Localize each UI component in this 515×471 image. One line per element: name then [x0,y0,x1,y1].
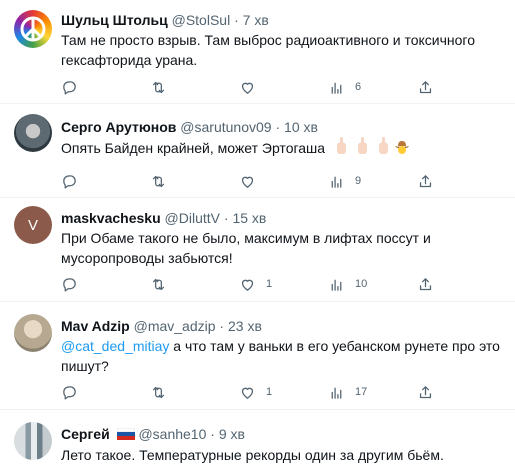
hand-emoji [357,137,367,154]
heart-icon [241,387,254,399]
views-button[interactable]: 9 [328,171,361,191]
avatar-letter: V [27,216,38,234]
display-name[interactable]: Сергей [61,426,110,442]
heart-icon [241,176,254,188]
peace-icon [20,16,46,42]
share-icon [419,277,432,290]
retweet-icon [152,175,165,187]
share-button[interactable] [417,171,434,191]
views-button[interactable]: 10 [328,274,367,294]
reply-button[interactable] [61,382,78,402]
separator: · [210,426,215,442]
reply-icon [63,277,76,292]
retweet-button[interactable] [150,171,167,191]
share-icon [419,80,432,93]
tweet-text-container: @cat_ded_mitiay а что там у ваньки в его… [61,336,501,376]
avatar[interactable] [14,10,52,48]
russia-flag-icon [116,428,135,440]
views-icon [331,279,342,291]
share-button[interactable] [417,382,434,402]
tweet-header: Mav Adzip @mav_adzip · 23 хв [61,317,262,335]
tweet-header: Серго Арутюнов @sarutunov09 · 10 хв [61,118,318,136]
reply-button[interactable] [61,171,78,191]
tweet[interactable]: V maskvachesku @DiluttV · 15 хв При Обам… [0,198,515,302]
reply-button[interactable] [61,274,78,294]
user-handle[interactable]: @DiluttV [165,210,220,226]
separator: · [234,12,239,28]
user-handle[interactable]: @mav_adzip [134,318,216,334]
tweet-actions: 1 10 [61,274,481,294]
like-button[interactable] [239,171,256,191]
views-button[interactable]: 6 [328,77,361,97]
timestamp[interactable]: 15 хв [232,210,266,226]
tweet[interactable]: Серго Арутюнов @sarutunov09 · 10 хв Опят… [0,104,515,198]
avatar[interactable] [14,422,52,460]
avatar[interactable]: V [14,206,52,244]
reply-icon [63,174,76,189]
timestamp[interactable]: 23 хв [228,318,262,334]
retweet-button[interactable] [150,382,167,402]
tweet-actions: 6 [61,77,481,97]
reply-icon [63,80,76,95]
tweet-text: Опять Байден крайней, может Эртогаша [61,140,326,156]
separator: · [275,119,281,135]
display-name[interactable]: maskvachesku [61,210,161,226]
timestamp[interactable]: 9 хв [219,426,245,442]
retweet-icon [152,386,165,398]
tweet[interactable]: Mav Adzip @mav_adzip · 23 хв @cat_ded_mi… [0,302,515,410]
tweet-header: maskvachesku @DiluttV · 15 хв [61,209,266,227]
separator: · [223,210,229,226]
tweet-text: Там не просто взрыв. Там выброс радиоакт… [61,32,476,68]
views-count: 17 [355,386,368,398]
share-button[interactable] [417,77,434,97]
views-count: 10 [355,278,368,290]
user-handle[interactable]: @StolSul [172,12,231,28]
tweet-header: Шульц Штольц @StolSul · 7 хв [61,11,269,29]
timestamp[interactable]: 7 хв [243,12,269,28]
views-icon [331,176,342,188]
like-button[interactable] [239,77,256,97]
share-icon [419,174,432,187]
tweet-actions: 9 [61,171,481,191]
tweet-text: Лето такое. Температурные рекорды один з… [61,447,444,463]
retweet-button[interactable] [150,274,167,294]
views-button[interactable]: 17 [328,382,367,402]
reply-icon [63,385,76,400]
reply-button[interactable] [61,77,78,97]
user-handle[interactable]: @sanhe10 [138,426,206,442]
tweet[interactable]: Сергей @sanhe10 · 9 хв Лето такое. Темпе… [0,410,515,471]
tweet-text: При Обаме такого не было, максимум в лиф… [61,230,431,266]
user-handle[interactable]: @sarutunov09 [180,119,271,135]
share-icon [419,385,432,398]
cowboy-emoji [394,141,409,154]
display-name[interactable]: Mav Adzip [61,318,130,334]
views-count: 6 [355,81,362,93]
like-count: 1 [266,278,273,290]
avatar[interactable] [14,314,52,352]
mention-link[interactable]: @cat_ded_mitiay [61,338,169,354]
retweet-button[interactable] [150,77,167,97]
share-button[interactable] [417,274,434,294]
display-name[interactable]: Шульц Штольц [61,12,168,28]
heart-icon [241,82,254,94]
like-count: 1 [266,386,273,398]
tweet[interactable]: Шульц Штольц @StolSul · 7 хв Там не прос… [0,0,515,104]
views-icon [331,387,342,399]
retweet-icon [152,278,165,290]
retweet-icon [152,81,165,93]
views-count: 9 [355,175,362,187]
heart-icon [241,279,254,291]
hand-emoji [378,137,388,154]
display-name[interactable]: Серго Арутюнов [61,119,176,135]
tweet-header: Сергей @sanhe10 · 9 хв [61,425,245,443]
tweet-actions: 1 17 [61,382,481,402]
views-icon [331,82,342,94]
tweet-text-container: Опять Байден крайней, может Эртогаша [61,137,501,158]
like-button[interactable]: 1 [239,274,272,294]
timestamp[interactable]: 10 хв [284,119,318,135]
avatar[interactable] [14,114,52,152]
like-button[interactable]: 1 [239,382,272,402]
separator: · [219,318,225,334]
hand-emoji [336,137,346,154]
